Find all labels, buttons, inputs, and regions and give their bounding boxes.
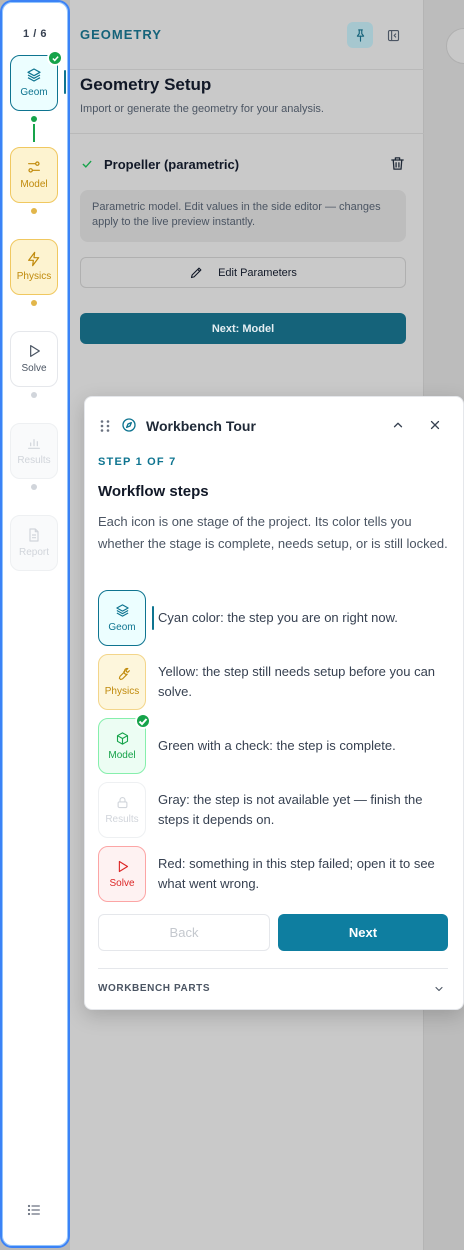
legend-tile-label: Results: [105, 813, 139, 825]
step-connector-dot: [31, 208, 37, 214]
panel-kicker: GEOMETRY: [80, 27, 162, 42]
page-title: Geometry Setup: [80, 75, 212, 94]
legend-row-cyan: Geom Cyan color: the step you are on rig…: [98, 590, 453, 646]
legend-tile-model: Model: [98, 713, 151, 774]
rail-step-label: Model: [20, 179, 48, 190]
trash-icon[interactable]: [389, 155, 406, 172]
legend-row-green: Model Green with a check: the step is co…: [98, 713, 453, 774]
rail-step-model[interactable]: Model: [10, 147, 58, 203]
workflow-rail: 1 / 6 Geom Model Physics Solve Results R…: [0, 0, 70, 1248]
tour-back-button[interactable]: Back: [98, 914, 270, 951]
rail-step-label: Report: [18, 547, 49, 558]
edit-parameters-label: Edit Parameters: [218, 266, 297, 279]
play-icon: [118, 860, 128, 872]
tour-body: Each icon is one stage of the project. I…: [98, 514, 448, 551]
next-model-button[interactable]: Next: Model: [80, 313, 406, 344]
compass-icon: [122, 418, 136, 432]
pin-button[interactable]: [347, 22, 373, 48]
legend-text: Cyan color: the step you are on right no…: [158, 610, 398, 625]
chevron-up-icon[interactable]: [391, 418, 405, 432]
step-connector-dot: [31, 300, 37, 306]
legend-text: Green with a check: the step is complete…: [158, 738, 396, 753]
active-step-indicator: [64, 70, 66, 94]
legend-tile-geom: Geom: [98, 590, 146, 646]
rail-step-label: Solve: [21, 363, 47, 374]
rail-step-report: Report: [10, 515, 58, 571]
rail-step-label: Geom: [20, 87, 48, 98]
legend-text: Yellow: the step still needs setup befor…: [158, 664, 436, 699]
sliders-icon: [28, 161, 40, 173]
check-icon: [135, 713, 151, 729]
close-icon[interactable]: [428, 418, 442, 432]
legend-tile-label: Geom: [108, 621, 136, 633]
legend-tile-results: Results: [98, 782, 146, 838]
panel-header: GEOMETRY: [70, 0, 424, 70]
divider: [98, 968, 448, 969]
tour-step-counter: STEP 1 OF 7: [98, 456, 177, 468]
rail-step-label: Physics: [16, 271, 52, 282]
check-icon: [47, 50, 63, 66]
rail-step-solve[interactable]: Solve: [10, 331, 58, 387]
legend-tile-label: Model: [108, 749, 136, 761]
legend-tile-label: Solve: [109, 877, 135, 889]
workbench-parts-toggle[interactable]: WORKBENCH PARTS: [98, 983, 210, 994]
rail-step-results: Results: [10, 423, 58, 479]
workbench-tour-dialog: Workbench Tour STEP 1 OF 7 Workflow step…: [84, 396, 464, 1010]
cube-icon: [116, 731, 128, 745]
page-subtitle: Import or generate the geometry for your…: [80, 103, 324, 115]
lock-icon: [117, 796, 127, 808]
legend-text: Gray: the step is not available yet — fi…: [158, 792, 423, 827]
tour-header: Workbench Tour: [85, 397, 463, 453]
active-step-indicator: [152, 606, 154, 630]
legend-text: Red: something in this step failed; open…: [158, 856, 435, 891]
drag-handle-icon[interactable]: [99, 419, 111, 433]
step-counter: 1 / 6: [23, 28, 47, 40]
rail-step-geom[interactable]: Geom: [10, 50, 63, 111]
layers-icon: [27, 68, 41, 82]
sidebar-collapse-icon: [387, 29, 399, 41]
list-icon[interactable]: [26, 1202, 42, 1218]
legend-row-yellow: Physics Yellow: the step still needs set…: [98, 654, 453, 710]
wrench-icon: [118, 667, 130, 680]
chevron-down-icon[interactable]: [433, 983, 445, 995]
geometry-item-name: Propeller (parametric): [104, 156, 240, 172]
pencil-icon: [191, 267, 202, 279]
legend-tile-physics: Physics: [98, 654, 146, 710]
tour-next-button[interactable]: Next: [278, 914, 448, 951]
legend-tile-solve: Solve: [98, 846, 146, 902]
collapse-panel-button[interactable]: [380, 22, 406, 48]
bar-chart-icon: [28, 439, 40, 449]
layers-icon: [115, 603, 129, 617]
check-icon: [82, 160, 92, 168]
step-connector-dot: [31, 116, 37, 122]
geometry-description: Parametric model. Edit values in the sid…: [80, 190, 406, 242]
divider: [70, 133, 424, 134]
legend-tile-label: Physics: [104, 685, 140, 697]
step-connector-dot: [31, 484, 37, 490]
step-connector-dot: [31, 392, 37, 398]
rail-step-physics[interactable]: Physics: [10, 239, 58, 295]
document-icon: [29, 528, 39, 542]
tour-heading: Workflow steps: [98, 483, 209, 500]
edit-parameters-button[interactable]: Edit Parameters: [80, 257, 406, 288]
tour-title: Workbench Tour: [146, 418, 256, 434]
rail-step-label: Results: [17, 455, 51, 466]
pin-icon: [356, 28, 364, 42]
legend-row-red: Solve Red: something in this step failed…: [98, 846, 453, 902]
legend-row-gray: Results Gray: the step is not available …: [98, 782, 453, 838]
step-connector-line: [33, 124, 35, 142]
viewport-control[interactable]: [446, 28, 464, 64]
geometry-item[interactable]: Propeller (parametric): [80, 153, 406, 175]
play-icon: [30, 345, 40, 357]
bolt-icon: [28, 251, 40, 267]
